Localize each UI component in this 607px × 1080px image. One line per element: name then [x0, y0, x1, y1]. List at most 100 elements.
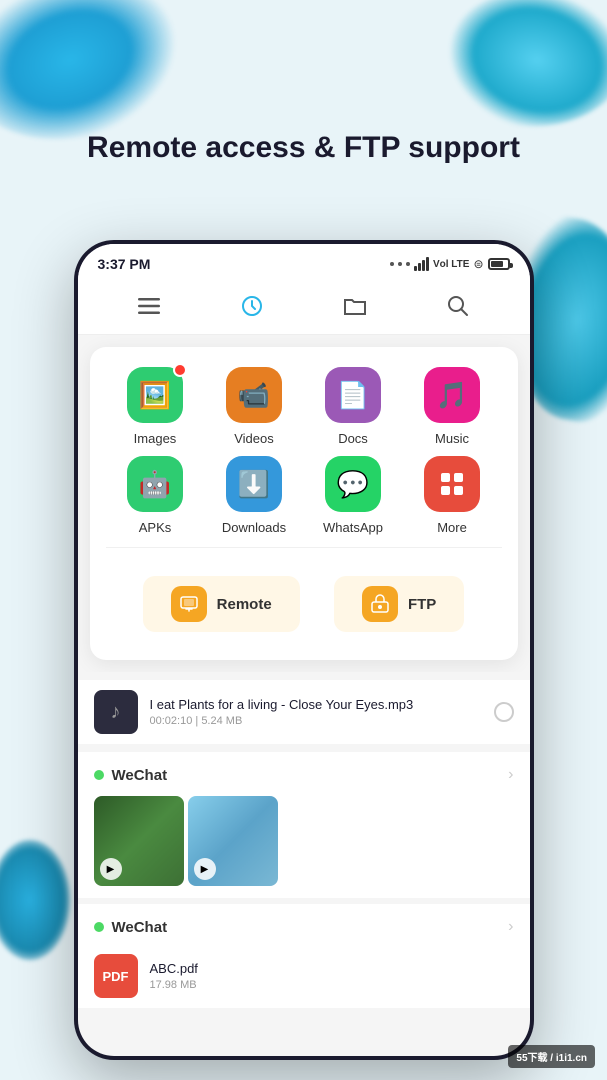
battery-icon — [488, 258, 510, 270]
pdf-file-info: ABC.pdf 17.98 MB — [150, 961, 514, 992]
wechat-dot-2 — [94, 922, 104, 932]
play-overlay-1: ▶ — [100, 858, 122, 880]
status-dot1 — [390, 262, 394, 266]
battery-fill — [491, 261, 504, 267]
downloads-icon-bg: ⬇️ — [226, 456, 282, 512]
music-file-item[interactable]: ♪ I eat Plants for a living - Close Your… — [78, 680, 530, 744]
wechat-section-1-label-group: WeChat — [94, 767, 168, 784]
quick-access-panel: 🖼️ Images 📹 Videos 📄 Docs — [90, 347, 518, 660]
music-icon-bg: 🎵 — [424, 367, 480, 423]
wechat-chevron-2: › — [508, 918, 513, 936]
play-overlay-2: ▶ — [194, 858, 216, 880]
signal-bar-4 — [426, 257, 429, 271]
wechat-section-1-name: WeChat — [112, 767, 168, 784]
bg-splash-top-right — [432, 0, 607, 151]
grid-row-2: 🤖 APKs ⬇️ Downloads 💬 WhatsApp — [106, 456, 502, 535]
bottom-actions: Remote FTP — [106, 560, 502, 640]
grid-item-downloads[interactable]: ⬇️ Downloads — [214, 456, 294, 535]
page-title: Remote access & FTP support — [0, 130, 607, 166]
more-icon-bg — [424, 456, 480, 512]
remote-label: Remote — [217, 596, 272, 613]
whatsapp-label: WhatsApp — [323, 520, 383, 535]
music-file-info: I eat Plants for a living - Close Your E… — [150, 697, 494, 728]
music-file-meta: 00:02:10 | 5.24 MB — [150, 715, 494, 727]
music-radio[interactable] — [494, 702, 514, 722]
wifi-icon: ⊜ — [473, 257, 483, 271]
wechat-chevron-1: › — [508, 766, 513, 784]
grid-item-docs[interactable]: 📄 Docs — [313, 367, 393, 446]
music-note-icon: ♪ — [111, 701, 121, 724]
ftp-button[interactable]: FTP — [334, 576, 464, 632]
pdf-file-item[interactable]: PDF ABC.pdf 17.98 MB — [78, 944, 530, 1008]
music-thumbnail: ♪ — [94, 690, 138, 734]
grid-item-more[interactable]: More — [412, 456, 492, 535]
folder-icon[interactable] — [337, 288, 373, 324]
history-icon[interactable] — [234, 288, 270, 324]
wechat-section-2-header[interactable]: WeChat › — [78, 904, 530, 944]
music-icon: 🎵 — [436, 380, 468, 411]
docs-icon: 📄 — [337, 380, 369, 411]
downloads-icon: ⬇️ — [238, 469, 270, 500]
wechat-section-1-header[interactable]: WeChat › — [78, 752, 530, 792]
grid-item-videos[interactable]: 📹 Videos — [214, 367, 294, 446]
images-icon: 🖼️ — [139, 380, 171, 411]
vol-lte-text: Vоl LTE — [433, 259, 469, 270]
grid-item-music[interactable]: 🎵 Music — [412, 367, 492, 446]
downloads-label: Downloads — [222, 520, 286, 535]
grid-item-images[interactable]: 🖼️ Images — [115, 367, 195, 446]
status-dot3 — [406, 262, 410, 266]
music-duration: 00:02:10 — [150, 715, 193, 727]
menu-icon[interactable] — [131, 288, 167, 324]
status-bar: 3:37 PM Vоl LTE ⊜ — [78, 244, 530, 278]
ftp-icon — [362, 586, 398, 622]
apks-icon: 🤖 — [139, 469, 171, 500]
whatsapp-icon-bg: 💬 — [325, 456, 381, 512]
videos-icon-bg: 📹 — [226, 367, 282, 423]
watermark: 55下载 / i1i1.cn — [508, 1045, 595, 1068]
bg-splash-bottom-left — [0, 840, 70, 960]
wechat-section-2-name: WeChat — [112, 919, 168, 936]
pdf-file-name: ABC.pdf — [150, 961, 514, 978]
grid-item-whatsapp[interactable]: 💬 WhatsApp — [313, 456, 393, 535]
docs-icon-bg: 📄 — [325, 367, 381, 423]
nav-bar — [78, 278, 530, 335]
videos-icon: 📹 — [238, 380, 270, 411]
music-label: Music — [435, 431, 469, 446]
docs-label: Docs — [338, 431, 368, 446]
status-dot2 — [398, 262, 402, 266]
search-icon[interactable] — [440, 288, 476, 324]
more-grid-icon — [438, 470, 466, 498]
grid-row-1: 🖼️ Images 📹 Videos 📄 Docs — [106, 367, 502, 446]
more-label: More — [437, 520, 467, 535]
ftp-label: FTP — [408, 596, 436, 613]
remote-button[interactable]: Remote — [143, 576, 300, 632]
status-icons: Vоl LTE ⊜ — [390, 257, 510, 271]
status-time: 3:37 PM — [98, 256, 151, 272]
images-icon-bg: 🖼️ — [127, 367, 183, 423]
whatsapp-icon: 💬 — [337, 469, 369, 500]
pdf-icon: PDF — [94, 954, 138, 998]
remote-icon — [171, 586, 207, 622]
signal-bar-3 — [422, 260, 425, 271]
file-list: ♪ I eat Plants for a living - Close Your… — [78, 672, 530, 1017]
apks-icon-bg: 🤖 — [127, 456, 183, 512]
gallery-image-green[interactable]: ▶ — [94, 796, 184, 886]
pdf-file-size: 17.98 MB — [150, 979, 514, 991]
images-label: Images — [134, 431, 177, 446]
divider — [106, 547, 502, 548]
images-badge — [173, 363, 187, 377]
gallery-row: ▶ ▶ — [78, 792, 530, 898]
grid-item-apks[interactable]: 🤖 APKs — [115, 456, 195, 535]
apks-label: APKs — [139, 520, 172, 535]
phone-screen: 3:37 PM Vоl LTE ⊜ — [78, 244, 530, 1056]
gallery-image-blue[interactable]: ▶ — [188, 796, 278, 886]
music-size: 5.24 MB — [201, 715, 242, 727]
signal-bars — [414, 257, 429, 271]
signal-bar-2 — [418, 263, 421, 271]
music-file-name: I eat Plants for a living - Close Your E… — [150, 697, 494, 714]
phone-frame: 3:37 PM Vоl LTE ⊜ — [74, 240, 534, 1060]
signal-bar-1 — [414, 266, 417, 271]
wechat-section-2-label-group: WeChat — [94, 919, 168, 936]
videos-label: Videos — [234, 431, 274, 446]
wechat-dot-1 — [94, 770, 104, 780]
